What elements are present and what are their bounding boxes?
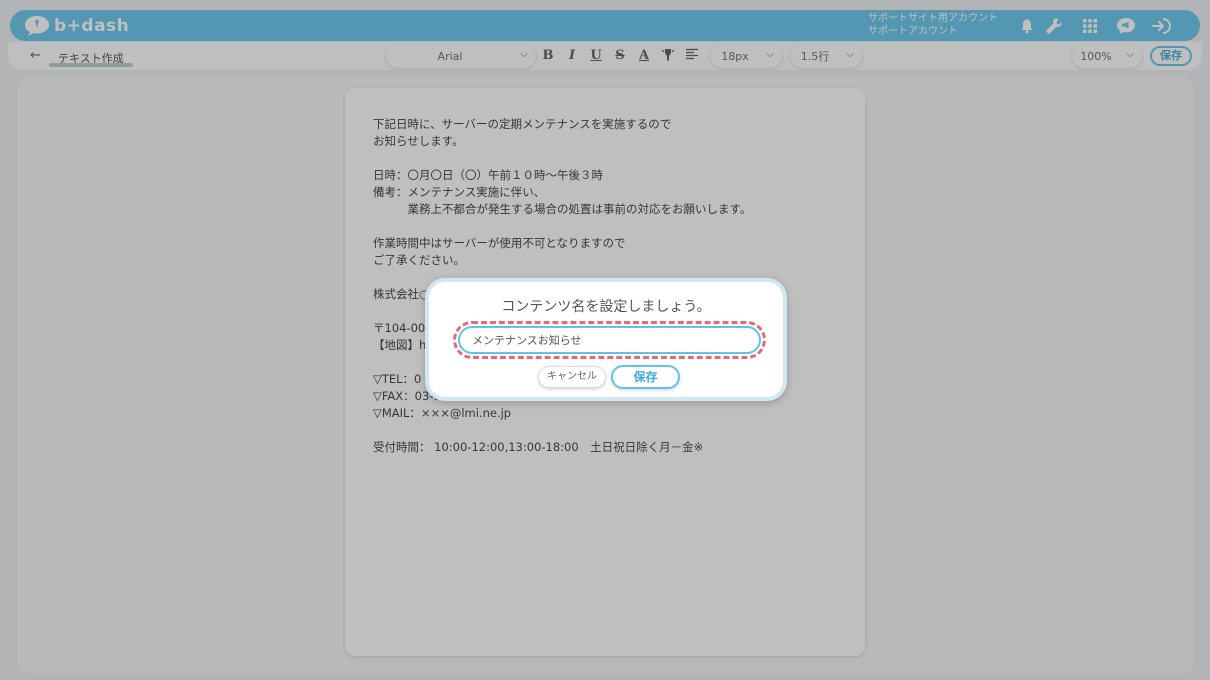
dialog-title: コンテンツ名を設定しましょう。 — [501, 299, 711, 315]
cancel-button[interactable]: キャンセル — [538, 366, 606, 388]
app-root: b+dash サポートサイト用アカウント サポートアカウント ← テキスト作成 … — [0, 0, 1210, 680]
save-button[interactable]: 保存 — [611, 365, 680, 389]
content-name-input[interactable] — [458, 326, 761, 354]
content-name-dialog: コンテンツ名を設定しましょう。 キャンセル 保存 — [425, 278, 787, 401]
